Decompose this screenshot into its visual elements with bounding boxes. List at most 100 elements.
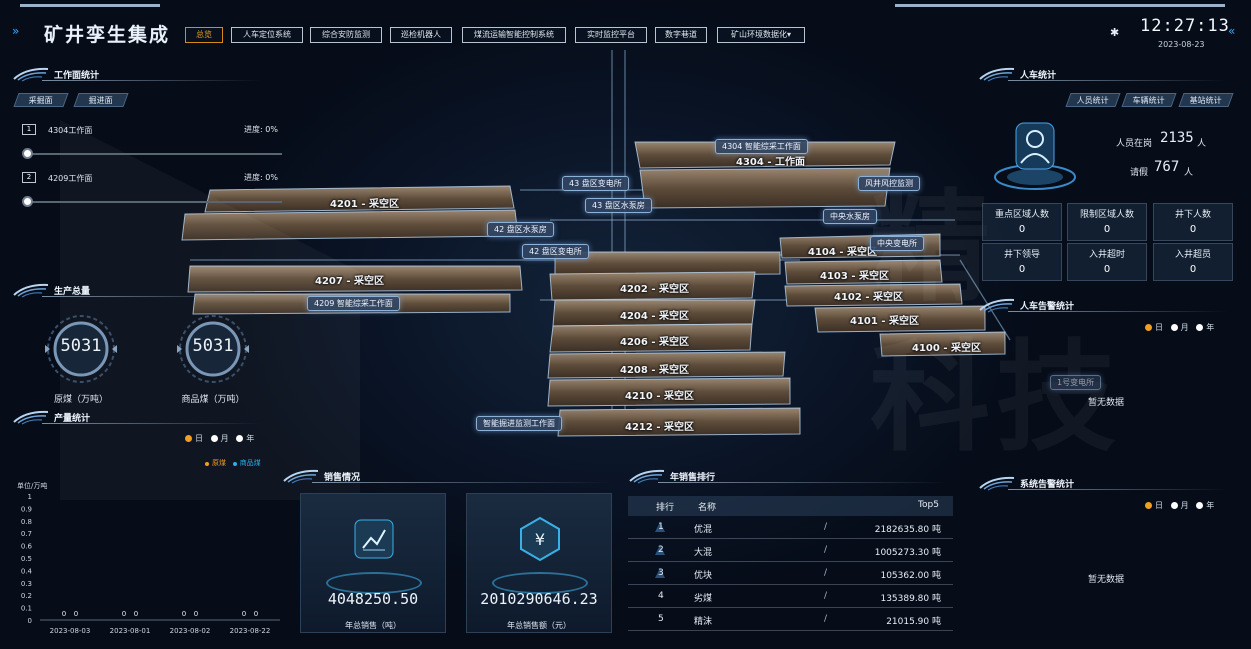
radio-month[interactable]: [1170, 502, 1178, 509]
map-tag[interactable]: 智能掘进监测工作面: [476, 416, 562, 431]
annual-sales-amount-value: 2010290646.23: [480, 590, 598, 608]
period-month-label[interactable]: 月: [1181, 501, 1189, 510]
radio-month[interactable]: [1170, 324, 1178, 331]
nav-realtime-monitor[interactable]: 实时监控平台: [575, 27, 647, 43]
stat-label: 重点区域人数: [994, 210, 1049, 220]
period-day-label[interactable]: 日: [1155, 501, 1163, 510]
radio-year[interactable]: [236, 435, 244, 442]
map-zone-label[interactable]: 4207 - 采空区: [315, 272, 384, 287]
tab-person-stats[interactable]: 人员统计: [1065, 93, 1121, 107]
legend-raw[interactable]: 原煤: [212, 459, 226, 467]
map-zone-label[interactable]: 4212 - 采空区: [625, 418, 694, 433]
bar-value-label: 0: [74, 610, 78, 618]
period-year-label[interactable]: 年: [1206, 323, 1214, 332]
radio-day[interactable]: [185, 435, 192, 442]
x-tick-label: 2023-08-02: [170, 627, 211, 635]
radio-day[interactable]: [1145, 502, 1152, 509]
y-tick-label: 0.8: [21, 518, 32, 526]
x-tick-label: 2023-08-01: [110, 627, 151, 635]
onduty-value: 2135: [1160, 130, 1194, 146]
map-tag-substation-1[interactable]: 1号变电所: [1050, 375, 1102, 390]
radio-day[interactable]: [1145, 324, 1152, 331]
workface-section-header: 工作面统计: [12, 66, 272, 82]
product-name: 大混: [694, 548, 713, 558]
bar-value-label: 0: [134, 610, 138, 618]
col-top5: Top5: [918, 500, 939, 510]
people-stat-cell: 入井超员 0: [1153, 243, 1233, 281]
map-zone-label[interactable]: 4208 - 采空区: [620, 361, 689, 376]
table-row[interactable]: 4 劣煤 / 135389.80 吨: [628, 585, 953, 608]
onduty-unit: 人: [1197, 139, 1207, 149]
map-tag[interactable]: 中央变电所: [870, 236, 924, 251]
rank-number: 5: [658, 614, 664, 624]
people-stat-cell: 井下领导 0: [982, 243, 1062, 281]
tab-vehicle-stats[interactable]: 车辆统计: [1121, 93, 1177, 107]
bar-value-label: 0: [194, 610, 198, 618]
map-zone-label[interactable]: 4100 - 采空区: [912, 339, 981, 354]
workface-progress-track: [28, 201, 282, 203]
table-row[interactable]: 3 优块 / 105362.00 吨: [628, 562, 953, 585]
tab-tunneling-face[interactable]: 掘进面: [73, 93, 129, 107]
map-zone-label[interactable]: 4304 - 工作面: [736, 153, 805, 168]
clock-date: 2023-08-23: [1158, 40, 1205, 49]
map-zone-label[interactable]: 4204 - 采空区: [620, 307, 689, 322]
table-row[interactable]: 2 大混 / 1005273.30 吨: [628, 539, 953, 562]
map-zone-label[interactable]: 4201 - 采空区: [330, 195, 399, 210]
tab-station-stats[interactable]: 基站统计: [1178, 93, 1234, 107]
product-name: 劣煤: [694, 594, 713, 604]
radio-month[interactable]: [210, 435, 218, 442]
x-tick-label: 2023-08-22: [230, 627, 271, 635]
row-separator: /: [824, 614, 828, 624]
system-alarm-empty: 暂无数据: [1088, 575, 1125, 585]
product-name: 优块: [694, 571, 713, 581]
nav-digital-tunnel[interactable]: 数字巷道: [655, 27, 707, 43]
legend-commodity[interactable]: 商品煤: [240, 459, 261, 467]
nav-robot[interactable]: 巡检机器人: [390, 27, 452, 43]
period-year-label[interactable]: 年: [246, 434, 254, 443]
period-month-label[interactable]: 月: [1181, 323, 1189, 332]
map-tag[interactable]: 43 盘区变电所: [562, 176, 629, 191]
map-tag[interactable]: 42 盘区变电所: [522, 244, 589, 259]
workface-progress-knob[interactable]: [22, 148, 33, 159]
period-day-label[interactable]: 日: [195, 434, 203, 443]
map-tag[interactable]: 4304 智能综采工作面: [715, 139, 808, 154]
nav-security[interactable]: 综合安防监测: [310, 27, 382, 43]
table-row[interactable]: 5 精沫 / 21015.90 吨: [628, 608, 953, 631]
table-row[interactable]: 1 优混 / 2182635.80 吨: [628, 516, 953, 539]
nav-overview[interactable]: 总览: [185, 27, 223, 43]
map-tag[interactable]: 中央水泵房: [823, 209, 877, 224]
map-tag[interactable]: 风井风控监测: [858, 176, 920, 191]
nav-person-vehicle[interactable]: 人车定位系统: [231, 27, 303, 43]
map-zone-label[interactable]: 4103 - 采空区: [820, 267, 889, 282]
map-tag[interactable]: 43 盘区水泵房: [585, 198, 652, 213]
person-icon: [994, 122, 1076, 190]
rank-number: 2: [658, 545, 664, 555]
period-year-label[interactable]: 年: [1206, 501, 1214, 510]
nav-environment-dropdown[interactable]: 矿山环境数据化▾: [717, 27, 805, 43]
bar-value-label: 0: [122, 610, 126, 618]
sales-volume: 135389.80 吨: [880, 594, 941, 604]
stat-value: 0: [1189, 224, 1197, 235]
map-zone-label[interactable]: 4206 - 采空区: [620, 333, 689, 348]
radio-year[interactable]: [1196, 324, 1204, 331]
tab-mining-face[interactable]: 采掘面: [13, 93, 69, 107]
nav-coal-transport[interactable]: 煤流运输智能控制系统: [462, 27, 566, 43]
radio-year[interactable]: [1196, 502, 1204, 509]
workface-progress-knob[interactable]: [22, 196, 33, 207]
product-name: 精沫: [694, 617, 713, 627]
gear-icon[interactable]: ✱: [1110, 26, 1119, 39]
period-day-label[interactable]: 日: [1155, 323, 1163, 332]
row-separator: /: [824, 591, 828, 601]
map-tag[interactable]: 4209 智能综采工作面: [307, 296, 400, 311]
map-zone-label[interactable]: 4101 - 采空区: [850, 312, 919, 327]
map-zone-label[interactable]: 4102 - 采空区: [834, 288, 903, 303]
map-zone-label[interactable]: 4202 - 采空区: [620, 280, 689, 295]
production-section-header: 生产总量: [12, 282, 272, 298]
map-zone-label[interactable]: 4104 - 采空区: [808, 243, 877, 258]
people-alarm-empty: 暂无数据: [1088, 398, 1125, 408]
map-tag[interactable]: 42 盘区水泵房: [487, 222, 554, 237]
period-month-label[interactable]: 月: [221, 434, 229, 443]
bar-value-label: 0: [62, 610, 66, 618]
map-zone-label[interactable]: 4210 - 采空区: [625, 387, 694, 402]
system-alarm-period-selector: 日 月 年: [1145, 500, 1214, 511]
